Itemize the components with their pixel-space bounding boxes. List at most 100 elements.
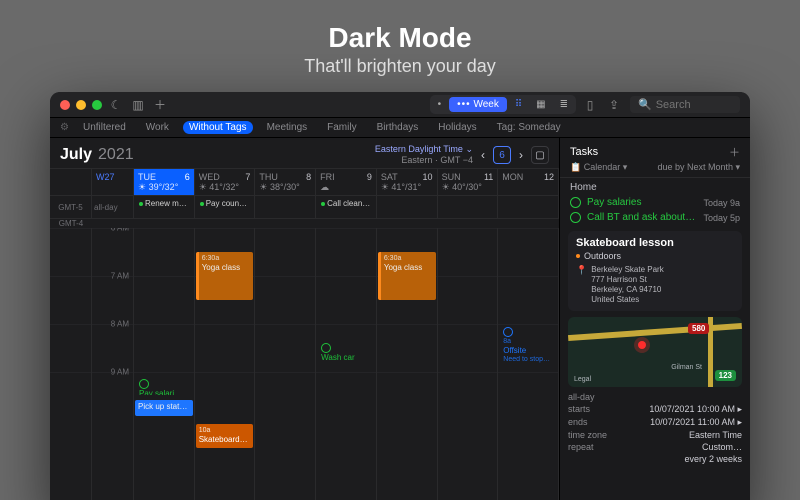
next-week-button[interactable]: ›	[517, 148, 525, 162]
inspector-row[interactable]: ends10/07/2021 11:00 AM ▸	[568, 416, 742, 429]
day-header[interactable]: MON12	[498, 169, 559, 195]
calendar-event[interactable]: 8aOffsiteNeed to stop…	[499, 324, 557, 420]
filter-chip[interactable]: Meetings	[261, 121, 314, 134]
day-header[interactable]: TUE6☀︎ 39°/32°	[134, 169, 195, 195]
search-input[interactable]	[656, 99, 726, 111]
search-field[interactable]: 🔍	[630, 96, 740, 113]
map-street-label: Gilman St	[671, 364, 702, 371]
day-header[interactable]: FRI9☁︎	[316, 169, 377, 195]
allday-event[interactable]: Call clean…	[318, 198, 374, 209]
calendar-event[interactable]: 6:30aYoga class	[378, 252, 436, 300]
add-task-button[interactable]: ＋	[729, 144, 740, 160]
inspector-location[interactable]: 📍 Berkeley Skate Park 777 Harrison St Be…	[576, 265, 734, 305]
sidebar-toggle-icon[interactable]: ▥	[130, 97, 146, 113]
day-col[interactable]: Pay salari… Pick up stat…	[134, 228, 195, 500]
share-icon[interactable]: ⇪	[606, 97, 622, 113]
hour-label: 9 AM	[111, 368, 129, 377]
calendar-nav-extra[interactable]: ▢	[531, 146, 549, 164]
filter-chip[interactable]: Birthdays	[371, 121, 425, 134]
calendar-event[interactable]: Pay salari…	[135, 376, 193, 396]
inspector-calendar[interactable]: Outdoors	[576, 251, 621, 261]
day-col[interactable]	[438, 228, 499, 500]
filter-chip[interactable]: Unfiltered	[77, 121, 132, 134]
filter-chip[interactable]: Holidays	[432, 121, 482, 134]
task-item[interactable]: Call BT and ask about…Today 5p	[560, 210, 750, 225]
tasks-sort-selector[interactable]: 📋 Calendar ▾	[570, 162, 627, 173]
today-button[interactable]: 6	[493, 146, 511, 164]
window-close-button[interactable]	[60, 100, 70, 110]
tz-right-label: GMT-4	[50, 219, 92, 228]
inspector-row[interactable]: every 2 weeks	[568, 453, 742, 465]
day-header[interactable]: SAT10☀︎ 41°/31°	[377, 169, 438, 195]
calendar-event[interactable]: Wash car	[317, 340, 375, 364]
view-list-button[interactable]: ≣	[554, 97, 574, 112]
calendar-event[interactable]: 10aSkateboard…	[196, 424, 254, 448]
inspector-toggle-icon[interactable]: ▯	[582, 97, 598, 113]
task-checkbox[interactable]	[570, 197, 581, 208]
day-col[interactable]: 6:30aYoga class	[377, 228, 438, 500]
hero-title: Dark Mode	[0, 22, 800, 54]
filter-chip[interactable]: Without Tags	[183, 121, 253, 134]
allday-cell[interactable]	[255, 196, 316, 218]
add-button[interactable]: ＋	[152, 97, 168, 113]
day-col[interactable]: 6:30aYoga class 10aSkateboard…	[195, 228, 256, 500]
moon-icon[interactable]: ☾	[108, 97, 124, 113]
allday-cell[interactable]	[438, 196, 499, 218]
hero-subtitle: That'll brighten your day	[0, 56, 800, 77]
allday-cell[interactable]: Call clean…	[316, 196, 377, 218]
task-checkbox[interactable]	[570, 212, 581, 223]
timezone-selector[interactable]: Eastern Daylight Time ⌄ Eastern · GMT −4	[375, 144, 473, 166]
tasks-due-filter[interactable]: due by Next Month ▾	[657, 162, 740, 173]
event-inspector: Skateboard lesson Outdoors 📍 Berkeley Sk…	[568, 231, 742, 311]
filter-chip[interactable]: Family	[321, 121, 362, 134]
day-header[interactable]: SUN11☀︎ 40°/30°	[438, 169, 499, 195]
task-item[interactable]: Pay salariesToday 9a	[560, 195, 750, 210]
filter-chip[interactable]: Work	[140, 121, 175, 134]
day-col[interactable]: 8aOffsiteNeed to stop…	[498, 228, 559, 500]
allday-cell[interactable]: Pay coun…	[195, 196, 256, 218]
month-label: July	[60, 146, 92, 164]
calendar-event[interactable]: 6:30aYoga class	[196, 252, 254, 300]
calendar-header: July 2021 Eastern Daylight Time ⌄ Easter…	[50, 138, 559, 168]
pin-icon: 📍	[576, 265, 587, 305]
day-col[interactable]	[255, 228, 316, 500]
filter-chip[interactable]: Tag: Someday	[491, 121, 567, 134]
day-header[interactable]: WED7☀︎ 41°/32°	[195, 169, 256, 195]
map-legal-link[interactable]: Legal	[574, 376, 591, 383]
gutter-col	[50, 228, 92, 500]
view-day-button[interactable]: •	[432, 97, 448, 112]
allday-cell[interactable]	[498, 196, 559, 218]
filter-settings-icon[interactable]: ⚙︎	[60, 122, 69, 133]
view-month-button[interactable]: ▦	[530, 97, 551, 112]
allday-cell[interactable]	[377, 196, 438, 218]
calendar-area: July 2021 Eastern Daylight Time ⌄ Easter…	[50, 138, 560, 500]
inspector-row[interactable]: repeatCustom…	[568, 441, 742, 453]
map-preview[interactable]: 580 123 Gilman St Legal	[568, 317, 742, 387]
inspector-row[interactable]: starts10/07/2021 10:00 AM ▸	[568, 403, 742, 416]
window-minimize-button[interactable]	[76, 100, 86, 110]
inspector-row[interactable]: time zoneEastern Time	[568, 429, 742, 441]
prev-week-button[interactable]: ‹	[479, 148, 487, 162]
view-week-button[interactable]: ••• Week	[449, 97, 507, 112]
inspector-row[interactable]: all-day	[568, 391, 742, 403]
calendar-event[interactable]: Pick up stat…	[135, 400, 193, 416]
chevron-down-icon: ⌄	[465, 144, 473, 154]
window-zoom-button[interactable]	[92, 100, 102, 110]
allday-cell[interactable]: Renew m…	[134, 196, 195, 218]
week-number: W27	[92, 169, 134, 195]
titlebar: ☾ ▥ ＋ • ••• Week ⠿ ▦ ≣ ▯ ⇪ 🔍	[50, 92, 750, 118]
day-col[interactable]: Wash car	[316, 228, 377, 500]
allday-event[interactable]: Pay coun…	[197, 198, 253, 209]
view-grid4-button[interactable]: ⠿	[509, 97, 528, 112]
interstate-shield: 580	[688, 323, 709, 334]
map-marker-icon	[638, 341, 646, 349]
search-icon: 🔍	[638, 98, 652, 111]
time-grid[interactable]: 6 AM7 AM8 AM9 AMPay salari…Pick up stat……	[50, 228, 559, 500]
task-group-label: Home	[560, 178, 750, 195]
inspector-properties: all-daystarts10/07/2021 10:00 AM ▸ends10…	[568, 391, 742, 465]
hour-label: 6 AM	[111, 228, 129, 233]
allday-event[interactable]: Renew m…	[136, 198, 192, 209]
tz-left-col	[50, 169, 92, 195]
hour-label: 7 AM	[111, 272, 129, 281]
day-header[interactable]: THU8☀︎ 38°/30°	[255, 169, 316, 195]
